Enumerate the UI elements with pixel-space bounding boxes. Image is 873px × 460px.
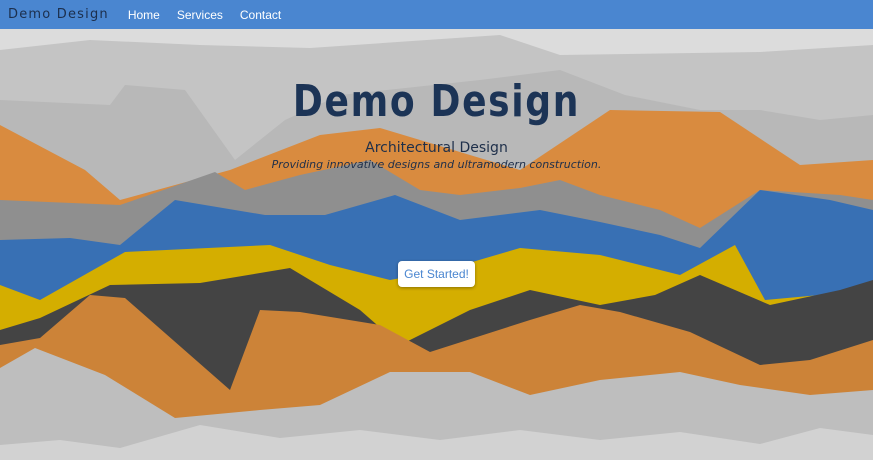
- hero-tagline: Providing innovative designs and ultramo…: [271, 158, 602, 171]
- nav-link-contact[interactable]: Contact: [240, 8, 281, 22]
- navbar: Demo Design Home Services Contact: [0, 0, 873, 29]
- nav-link-home[interactable]: Home: [128, 8, 160, 22]
- nav-link-services[interactable]: Services: [177, 8, 223, 22]
- get-started-button[interactable]: Get Started!: [398, 261, 475, 287]
- hero-subtitle: Architectural Design: [365, 140, 508, 156]
- brand-logo[interactable]: Demo Design: [8, 7, 109, 22]
- hero-title: Demo Design: [292, 76, 581, 127]
